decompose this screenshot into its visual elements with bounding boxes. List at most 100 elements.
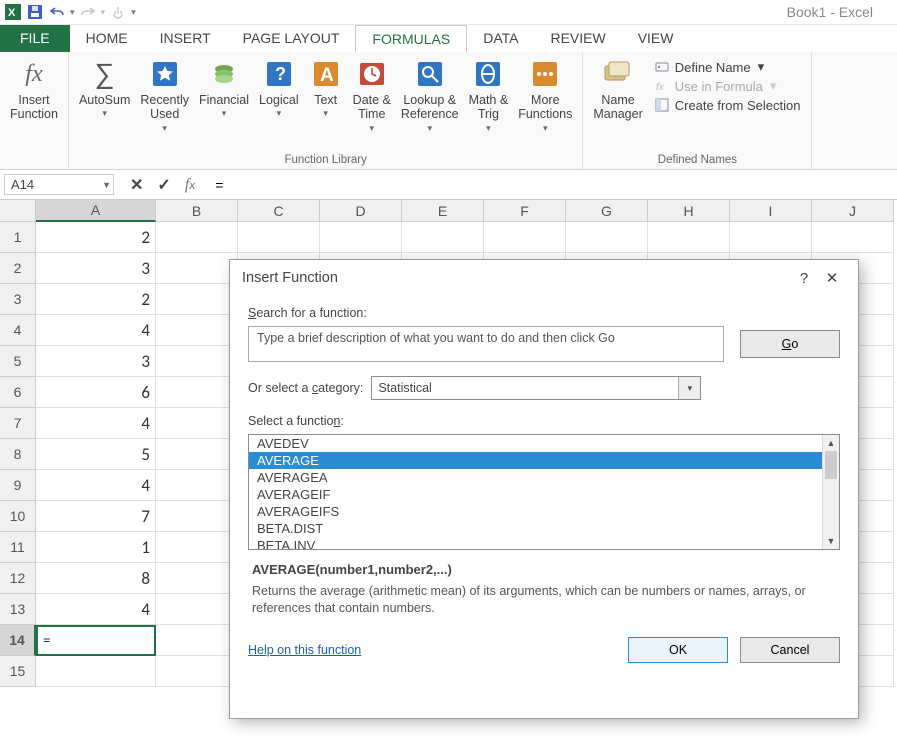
cell-B8[interactable]: [156, 439, 238, 470]
cell-A3[interactable]: 2: [36, 284, 156, 315]
tab-data[interactable]: DATA: [467, 25, 534, 52]
row-header-6[interactable]: 6: [0, 377, 36, 408]
dialog-close-icon[interactable]: ✕: [818, 269, 846, 287]
cell-A12[interactable]: 8: [36, 563, 156, 594]
cell-B13[interactable]: [156, 594, 238, 625]
function-item-beta-inv[interactable]: BETA.INV: [249, 537, 839, 550]
function-item-avedev[interactable]: AVEDEV: [249, 435, 839, 452]
math-button[interactable]: Math &Trig▾: [464, 55, 514, 152]
cell-A9[interactable]: 4: [36, 470, 156, 501]
enter-formula-icon[interactable]: ✓: [157, 175, 170, 195]
financial-button[interactable]: Financial▾: [194, 55, 254, 152]
column-header-E[interactable]: E: [402, 200, 484, 222]
cell-B11[interactable]: [156, 532, 238, 563]
touch-mode-icon[interactable]: [109, 3, 127, 21]
cell-A6[interactable]: 6: [36, 377, 156, 408]
fx-icon[interactable]: fx: [185, 176, 195, 194]
tab-review[interactable]: REVIEW: [534, 25, 621, 52]
cell-H1[interactable]: [648, 222, 730, 253]
autosum-button[interactable]: ∑ AutoSum▾: [74, 55, 135, 152]
cell-D1[interactable]: [320, 222, 402, 253]
cell-B10[interactable]: [156, 501, 238, 532]
cell-A5[interactable]: 3: [36, 346, 156, 377]
scroll-up-icon[interactable]: ▲: [823, 435, 839, 451]
cell-B5[interactable]: [156, 346, 238, 377]
tab-view[interactable]: VIEW: [622, 25, 690, 52]
go-button[interactable]: Go: [740, 330, 840, 358]
lookup-button[interactable]: Lookup &Reference▾: [396, 55, 464, 152]
scroll-thumb[interactable]: [825, 451, 837, 479]
row-header-5[interactable]: 5: [0, 346, 36, 377]
help-on-function-link[interactable]: Help on this function: [248, 643, 361, 657]
cell-A10[interactable]: 7: [36, 501, 156, 532]
category-select[interactable]: Statistical ▾: [371, 376, 701, 400]
row-header-8[interactable]: 8: [0, 439, 36, 470]
logical-button[interactable]: ? Logical▾: [254, 55, 304, 152]
cell-B6[interactable]: [156, 377, 238, 408]
function-item-averagea[interactable]: AVERAGEA: [249, 469, 839, 486]
name-manager-button[interactable]: NameManager: [588, 55, 647, 152]
cell-B15[interactable]: [156, 656, 238, 687]
define-name-button[interactable]: Define Name ▾: [654, 59, 801, 75]
search-function-input[interactable]: Type a brief description of what you wan…: [248, 326, 724, 362]
cell-J1[interactable]: [812, 222, 894, 253]
cell-B14[interactable]: [156, 625, 238, 656]
tab-file[interactable]: FILE: [0, 25, 70, 52]
cell-A8[interactable]: 5: [36, 439, 156, 470]
cell-A13[interactable]: 4: [36, 594, 156, 625]
row-header-14[interactable]: 14: [0, 625, 36, 656]
cell-A2[interactable]: 3: [36, 253, 156, 284]
date-time-button[interactable]: Date &Time▾: [348, 55, 396, 152]
cell-B7[interactable]: [156, 408, 238, 439]
function-list[interactable]: AVEDEVAVERAGEAVERAGEAAVERAGEIFAVERAGEIFS…: [248, 434, 840, 550]
row-header-7[interactable]: 7: [0, 408, 36, 439]
dialog-help-icon[interactable]: ?: [790, 270, 818, 287]
cell-B3[interactable]: [156, 284, 238, 315]
use-in-formula-button[interactable]: fx Use in Formula ▾: [654, 78, 801, 94]
cell-B4[interactable]: [156, 315, 238, 346]
function-item-average[interactable]: AVERAGE: [249, 452, 839, 469]
cell-B9[interactable]: [156, 470, 238, 501]
undo-dropdown-icon[interactable]: ▾: [70, 7, 75, 18]
ok-button[interactable]: OK: [628, 637, 728, 663]
cell-B1[interactable]: [156, 222, 238, 253]
text-button[interactable]: A Text▾: [304, 55, 348, 152]
insert-function-button[interactable]: fx InsertFunction: [5, 55, 63, 152]
column-header-I[interactable]: I: [730, 200, 812, 222]
column-header-D[interactable]: D: [320, 200, 402, 222]
row-header-3[interactable]: 3: [0, 284, 36, 315]
name-box-dropdown-icon[interactable]: ▼: [102, 180, 111, 190]
cancel-formula-icon[interactable]: ✕: [130, 175, 143, 195]
cell-C1[interactable]: [238, 222, 320, 253]
row-header-2[interactable]: 2: [0, 253, 36, 284]
tab-insert[interactable]: INSERT: [144, 25, 227, 52]
cell-A15[interactable]: [36, 656, 156, 687]
cell-B2[interactable]: [156, 253, 238, 284]
more-functions-button[interactable]: MoreFunctions▾: [513, 55, 577, 152]
cell-E1[interactable]: [402, 222, 484, 253]
create-from-selection-button[interactable]: Create from Selection: [654, 97, 801, 113]
cell-G1[interactable]: [566, 222, 648, 253]
chevron-down-icon[interactable]: ▾: [678, 377, 700, 399]
cell-A14[interactable]: =: [36, 625, 156, 656]
cancel-button[interactable]: Cancel: [740, 637, 840, 663]
undo-icon[interactable]: [48, 3, 66, 21]
formula-input[interactable]: [207, 170, 897, 199]
row-header-9[interactable]: 9: [0, 470, 36, 501]
cell-A4[interactable]: 4: [36, 315, 156, 346]
function-item-beta-dist[interactable]: BETA.DIST: [249, 520, 839, 537]
column-header-A[interactable]: A: [36, 200, 156, 222]
cell-A7[interactable]: 4: [36, 408, 156, 439]
function-item-averageifs[interactable]: AVERAGEIFS: [249, 503, 839, 520]
row-header-12[interactable]: 12: [0, 563, 36, 594]
select-all-corner[interactable]: [0, 200, 36, 222]
save-icon[interactable]: [26, 3, 44, 21]
row-header-1[interactable]: 1: [0, 222, 36, 253]
column-header-H[interactable]: H: [648, 200, 730, 222]
row-header-10[interactable]: 10: [0, 501, 36, 532]
scroll-down-icon[interactable]: ▼: [823, 533, 839, 549]
cell-F1[interactable]: [484, 222, 566, 253]
tab-formulas[interactable]: FORMULAS: [355, 25, 467, 52]
tab-page-layout[interactable]: PAGE LAYOUT: [227, 25, 356, 52]
column-header-F[interactable]: F: [484, 200, 566, 222]
